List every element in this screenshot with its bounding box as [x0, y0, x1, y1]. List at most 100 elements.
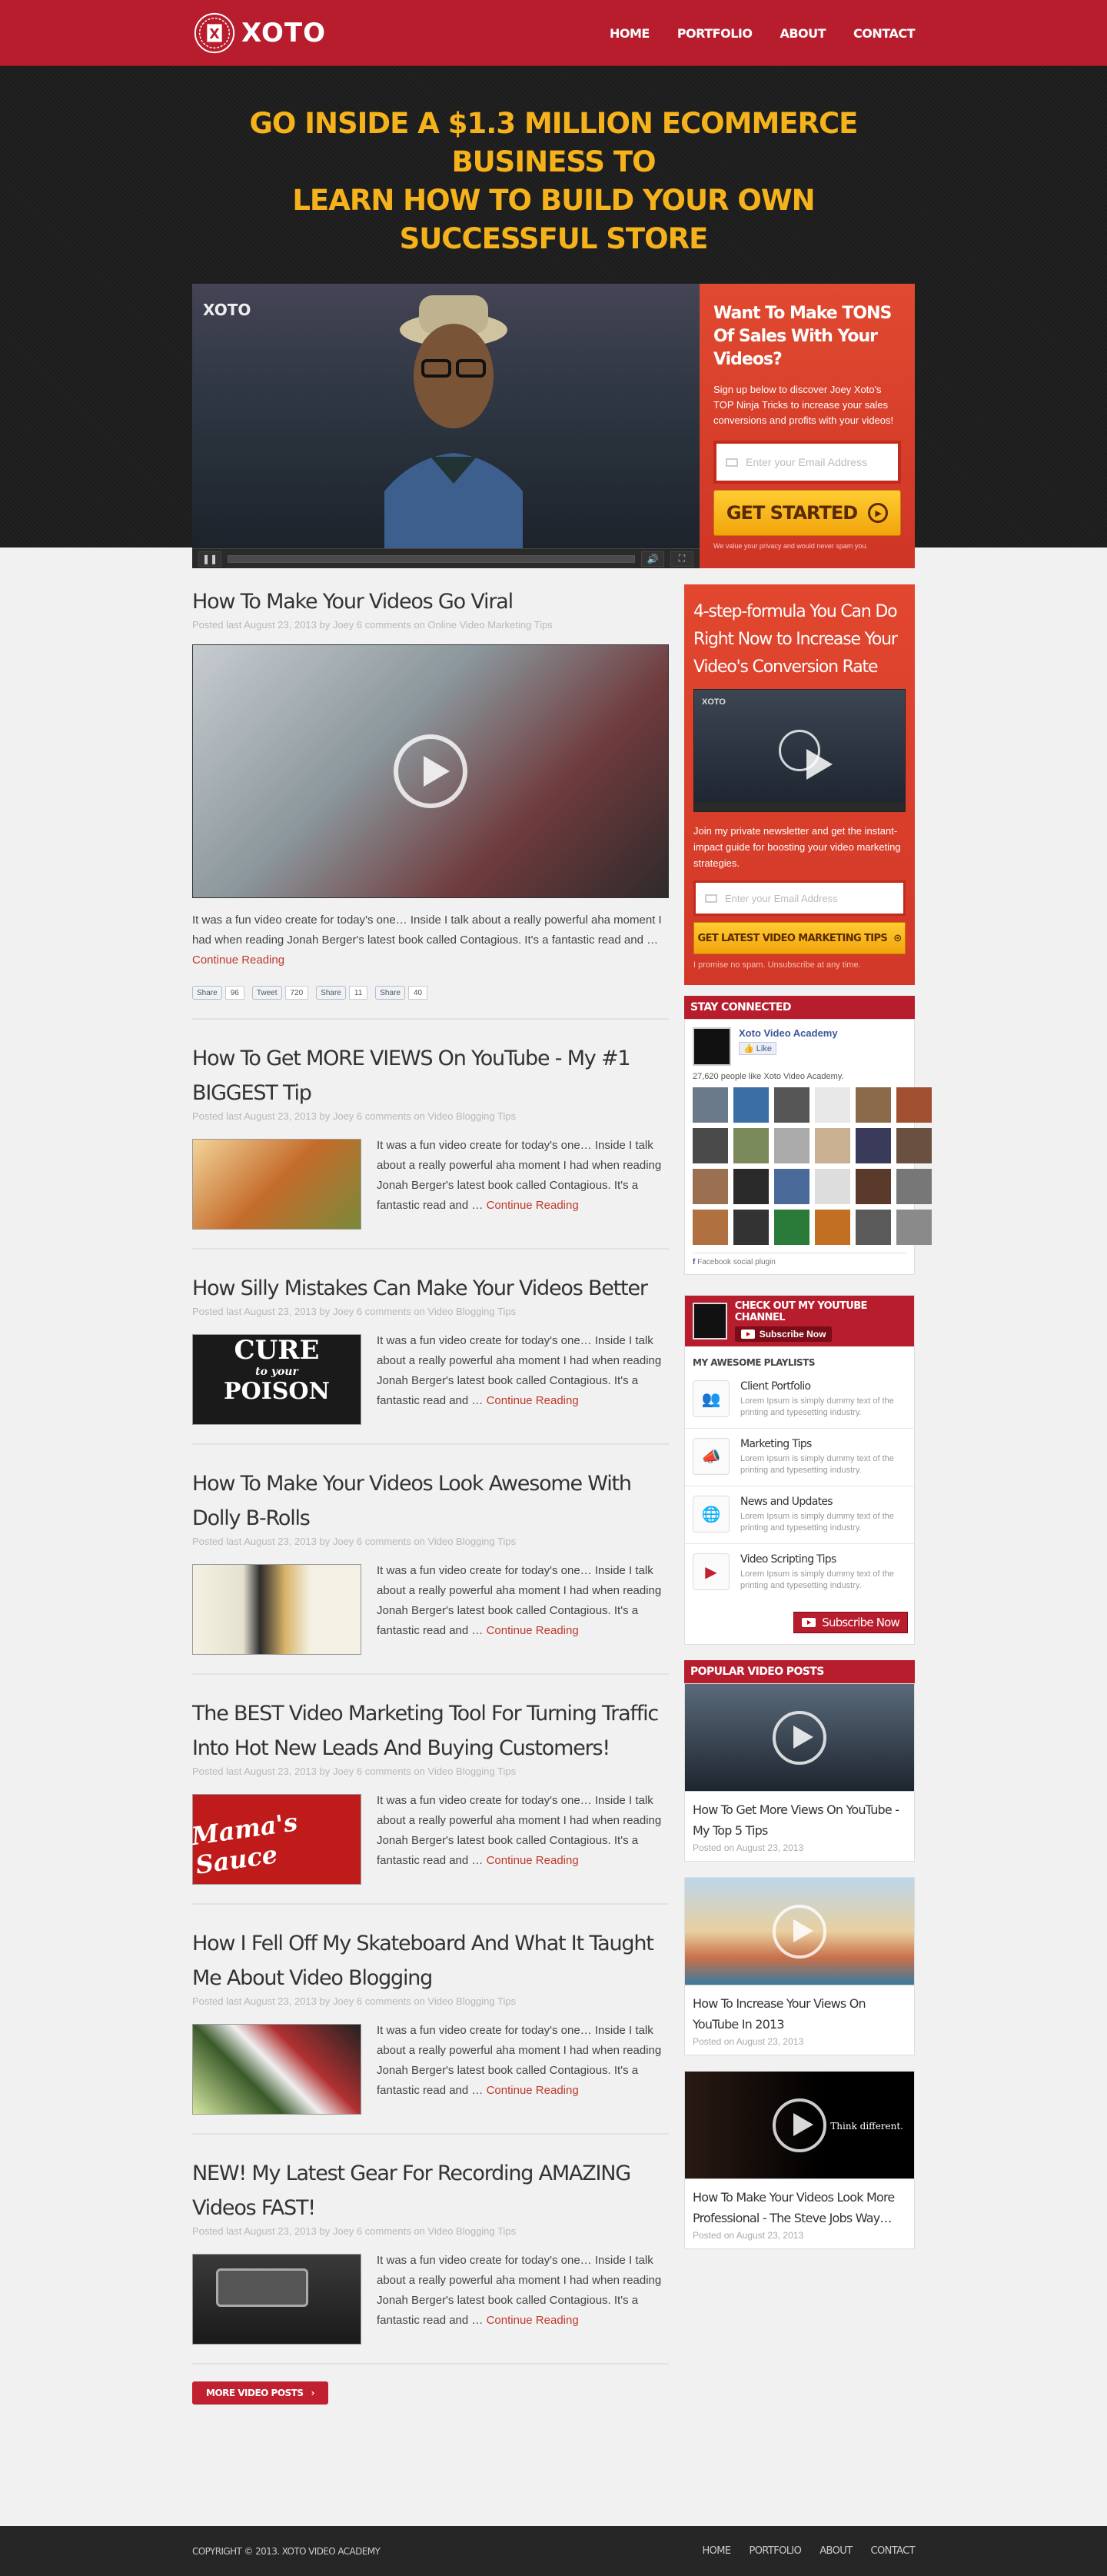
fan-avatar[interactable] [896, 1087, 932, 1123]
footer-nav-about[interactable]: ABOUT [819, 2545, 853, 2557]
continue-reading-link[interactable]: Continue Reading [487, 2314, 579, 2327]
fb-like-label: Like [756, 1044, 772, 1053]
fan-avatar[interactable] [774, 1169, 809, 1204]
hero-headline-line-1: GO INSIDE A $1.3 MILLION ECOMMERCE BUSIN… [249, 107, 859, 178]
fb-page-name[interactable]: Xoto Video Academy [739, 1027, 838, 1039]
fan-avatar[interactable] [733, 1087, 769, 1123]
play-icon[interactable] [773, 2098, 826, 2152]
fan-avatar[interactable] [815, 1128, 850, 1163]
pause-icon[interactable]: ❚❚ [198, 551, 221, 567]
fan-avatar[interactable] [693, 1128, 728, 1163]
post-title[interactable]: How To Make Your Videos Look Awesome Wit… [192, 1466, 669, 1536]
fan-avatar[interactable] [896, 1210, 932, 1245]
youtube-subscribe-button[interactable]: Subscribe Now [734, 1326, 833, 1342]
formula-video[interactable]: XOTO [693, 689, 906, 812]
fan-avatar[interactable] [815, 1169, 850, 1204]
fan-avatar[interactable] [856, 1169, 891, 1204]
post-title[interactable]: NEW! My Latest Gear For Recording AMAZIN… [192, 2156, 669, 2225]
volume-icon[interactable]: 🔊 [641, 551, 664, 567]
continue-reading-link[interactable]: Continue Reading [487, 2084, 579, 2097]
popular-title[interactable]: How To Increase Your Views On YouTube In… [685, 1985, 914, 2035]
footer-nav-contact[interactable]: CONTACT [871, 2545, 916, 2557]
popular-thumbnail[interactable] [685, 1878, 914, 1985]
continue-reading-link[interactable]: Continue Reading [487, 1624, 579, 1637]
post-thumbnail[interactable]: CURE to your POISON [192, 1334, 361, 1425]
hero-email-field[interactable]: Enter your Email Address [713, 441, 901, 484]
tw-count: 720 [284, 986, 309, 1000]
channel-avatar[interactable] [693, 1303, 727, 1340]
page-avatar[interactable] [693, 1027, 731, 1066]
play-icon[interactable] [394, 734, 467, 808]
fan-avatar[interactable] [896, 1128, 932, 1163]
fan-avatar[interactable] [733, 1210, 769, 1245]
nav-portfolio[interactable]: PORTFOLIO [677, 26, 753, 41]
video-progress-bar[interactable] [228, 554, 635, 563]
footer-nav-home[interactable]: HOME [703, 2545, 732, 2557]
sidebar-email-field[interactable]: Enter your Email Address [693, 880, 906, 916]
post-meta: Posted last August 23, 2013 by Joey 6 co… [192, 1306, 517, 1317]
yt-sub-label: Subscribe Now [759, 1328, 826, 1340]
featured-video[interactable] [192, 644, 669, 898]
latest-tips-button[interactable]: GET LATEST VIDEO MARKETING TIPS ⊙ [693, 922, 906, 954]
continue-reading-link[interactable]: Continue Reading [487, 1854, 579, 1867]
playlist-item[interactable]: 📣 Marketing Tips Lorem Ipsum is simply du… [685, 1429, 914, 1486]
playlist-item[interactable]: 🌐 News and Updates Lorem Ipsum is simply … [685, 1486, 914, 1544]
popular-thumbnail[interactable]: Think different. [685, 2072, 914, 2179]
hero-video-player[interactable]: XOTO ❚❚ 🔊 ⛶ [192, 284, 700, 568]
popular-title[interactable]: How To Make Your Videos Look More Profes… [685, 2179, 914, 2228]
facebook-share[interactable]: Share 96 [192, 986, 244, 1000]
fan-avatar[interactable] [693, 1087, 728, 1123]
play-icon[interactable] [779, 730, 833, 780]
post-title[interactable]: The BEST Video Marketing Tool For Turnin… [192, 1696, 669, 1766]
continue-reading-link[interactable]: Continue Reading [192, 954, 284, 967]
post-thumbnail[interactable] [192, 2024, 361, 2115]
fan-avatar[interactable] [856, 1128, 891, 1163]
popular-post[interactable]: How To Increase Your Views On YouTube In… [684, 1877, 915, 2055]
popular-post[interactable]: Think different. How To Make Your Videos… [684, 2071, 915, 2249]
google-plus-share[interactable]: Share 11 [316, 986, 368, 1000]
fan-avatar[interactable] [856, 1210, 891, 1245]
popular-title[interactable]: How To Get More Views On YouTube - My To… [685, 1792, 914, 1841]
fullscreen-icon[interactable]: ⛶ [670, 551, 693, 567]
nav-home[interactable]: HOME [610, 26, 650, 41]
fan-avatar[interactable] [733, 1128, 769, 1163]
nav-contact[interactable]: CONTACT [853, 26, 915, 41]
twitter-share[interactable]: Tweet 720 [251, 986, 309, 1000]
fan-avatar[interactable] [774, 1087, 809, 1123]
fan-avatar[interactable] [856, 1087, 891, 1123]
post-thumbnail[interactable]: Mama's Sauce [190, 1794, 361, 1885]
fan-avatar[interactable] [733, 1169, 769, 1204]
logo[interactable]: X XOTO [192, 11, 326, 55]
subscribe-now-button[interactable]: Subscribe Now [793, 1612, 908, 1633]
linkedin-share[interactable]: Share 40 [375, 986, 428, 1000]
fan-avatar[interactable] [815, 1087, 850, 1123]
more-posts-label: MORE VIDEO POSTS [206, 2388, 304, 2398]
post-title[interactable]: How I Fell Off My Skateboard And What It… [192, 1926, 669, 1995]
playlist-item[interactable]: 👥 Client Portfolio Lorem Ipsum is simply … [685, 1371, 914, 1429]
fan-avatar[interactable] [896, 1169, 932, 1204]
popular-thumbnail[interactable] [685, 1684, 914, 1792]
post-thumbnail[interactable] [192, 1564, 361, 1655]
fb-like-button[interactable]: 👍 Like [739, 1042, 776, 1055]
more-video-posts-button[interactable]: MORE VIDEO POSTS › [192, 2381, 328, 2405]
post-thumbnail[interactable] [192, 2254, 361, 2345]
play-icon[interactable] [773, 1710, 826, 1765]
post-title[interactable]: How Silly Mistakes Can Make Your Videos … [192, 1271, 669, 1306]
fan-avatar[interactable] [693, 1210, 728, 1245]
fan-avatar[interactable] [774, 1128, 809, 1163]
post-thumbnail[interactable] [192, 1139, 361, 1230]
fan-avatar[interactable] [774, 1210, 809, 1245]
post-title[interactable]: How To Get MORE VIEWS On YouTube - My #1… [192, 1041, 669, 1110]
continue-reading-link[interactable]: Continue Reading [487, 1394, 579, 1407]
get-started-button[interactable]: GET STARTED ▶ [713, 490, 901, 536]
play-icon[interactable] [773, 1904, 826, 1959]
footer-nav-portfolio[interactable]: PORTFOLIO [750, 2545, 802, 2557]
playlist-name: Client Portfolio [740, 1380, 811, 1393]
nav-about[interactable]: ABOUT [780, 26, 826, 41]
popular-post[interactable]: How To Get More Views On YouTube - My To… [684, 1683, 915, 1862]
fan-avatar[interactable] [693, 1169, 728, 1204]
fan-avatar[interactable] [815, 1210, 850, 1245]
playlist-item[interactable]: ▶ Video Scripting Tips Lorem Ipsum is sim… [685, 1544, 914, 1601]
continue-reading-link[interactable]: Continue Reading [487, 1199, 579, 1212]
post-title[interactable]: How To Make Your Videos Go Viral [192, 584, 669, 619]
